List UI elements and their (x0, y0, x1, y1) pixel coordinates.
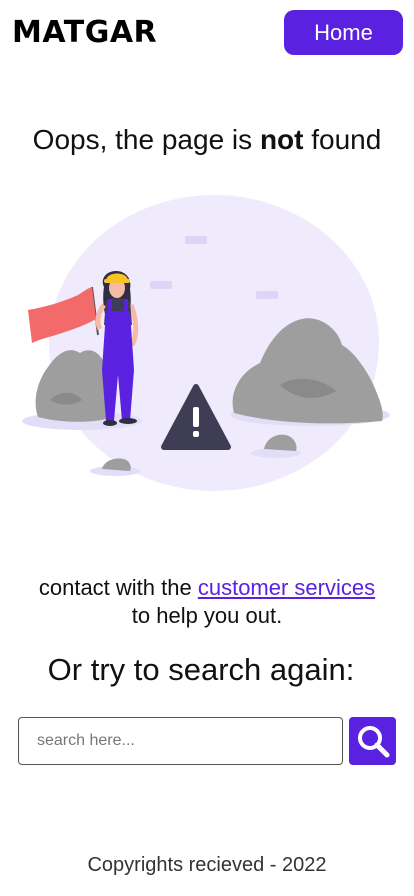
contact-prefix: contact with the (38, 575, 198, 600)
small-rock (102, 458, 131, 471)
headline-suffix: found (303, 124, 382, 155)
brick-shape (256, 291, 278, 299)
search-button[interactable] (349, 717, 396, 765)
contact-suffix: to help you out. (131, 603, 283, 628)
home-button[interactable]: Home (284, 10, 403, 55)
search-icon (357, 726, 389, 758)
headline-prefix: Oops, the page is (32, 124, 260, 155)
customer-services-link[interactable]: customer services (198, 575, 375, 600)
brick-shape (150, 281, 172, 289)
not-found-illustration (22, 195, 390, 491)
logo[interactable]: MATGAR (12, 14, 157, 52)
headline-bold: not (259, 124, 304, 155)
brick-shape (185, 236, 207, 244)
left-rock (35, 350, 112, 422)
retry-heading: Or try to search again: (47, 652, 355, 687)
search-input[interactable] (18, 717, 343, 765)
footer-copyright: Copyrights recieved - 2022 (87, 854, 327, 876)
page-title: Oops, the page is not found (0, 120, 414, 160)
contact-message: contact with the customer services to he… (0, 574, 414, 630)
